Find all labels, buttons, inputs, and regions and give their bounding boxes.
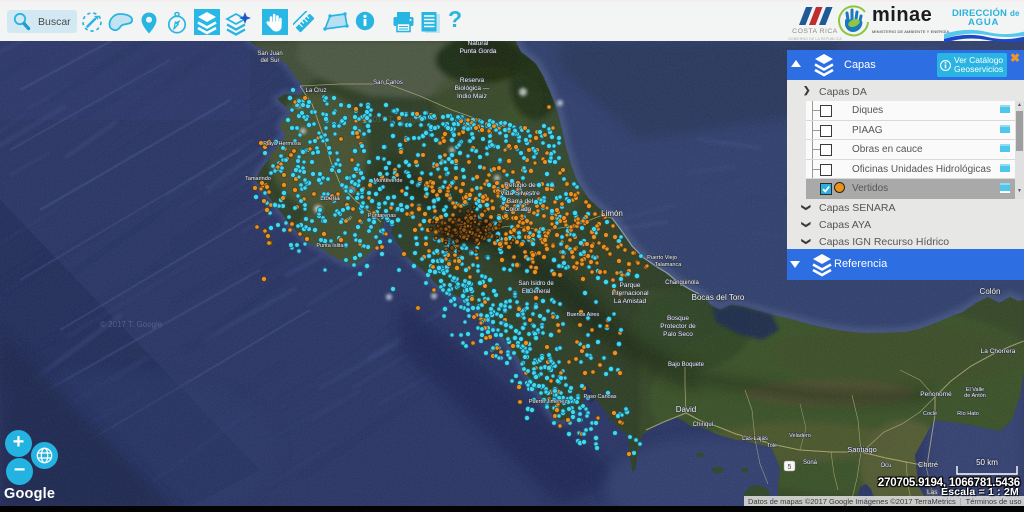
svg-text:5: 5 bbox=[788, 464, 792, 471]
